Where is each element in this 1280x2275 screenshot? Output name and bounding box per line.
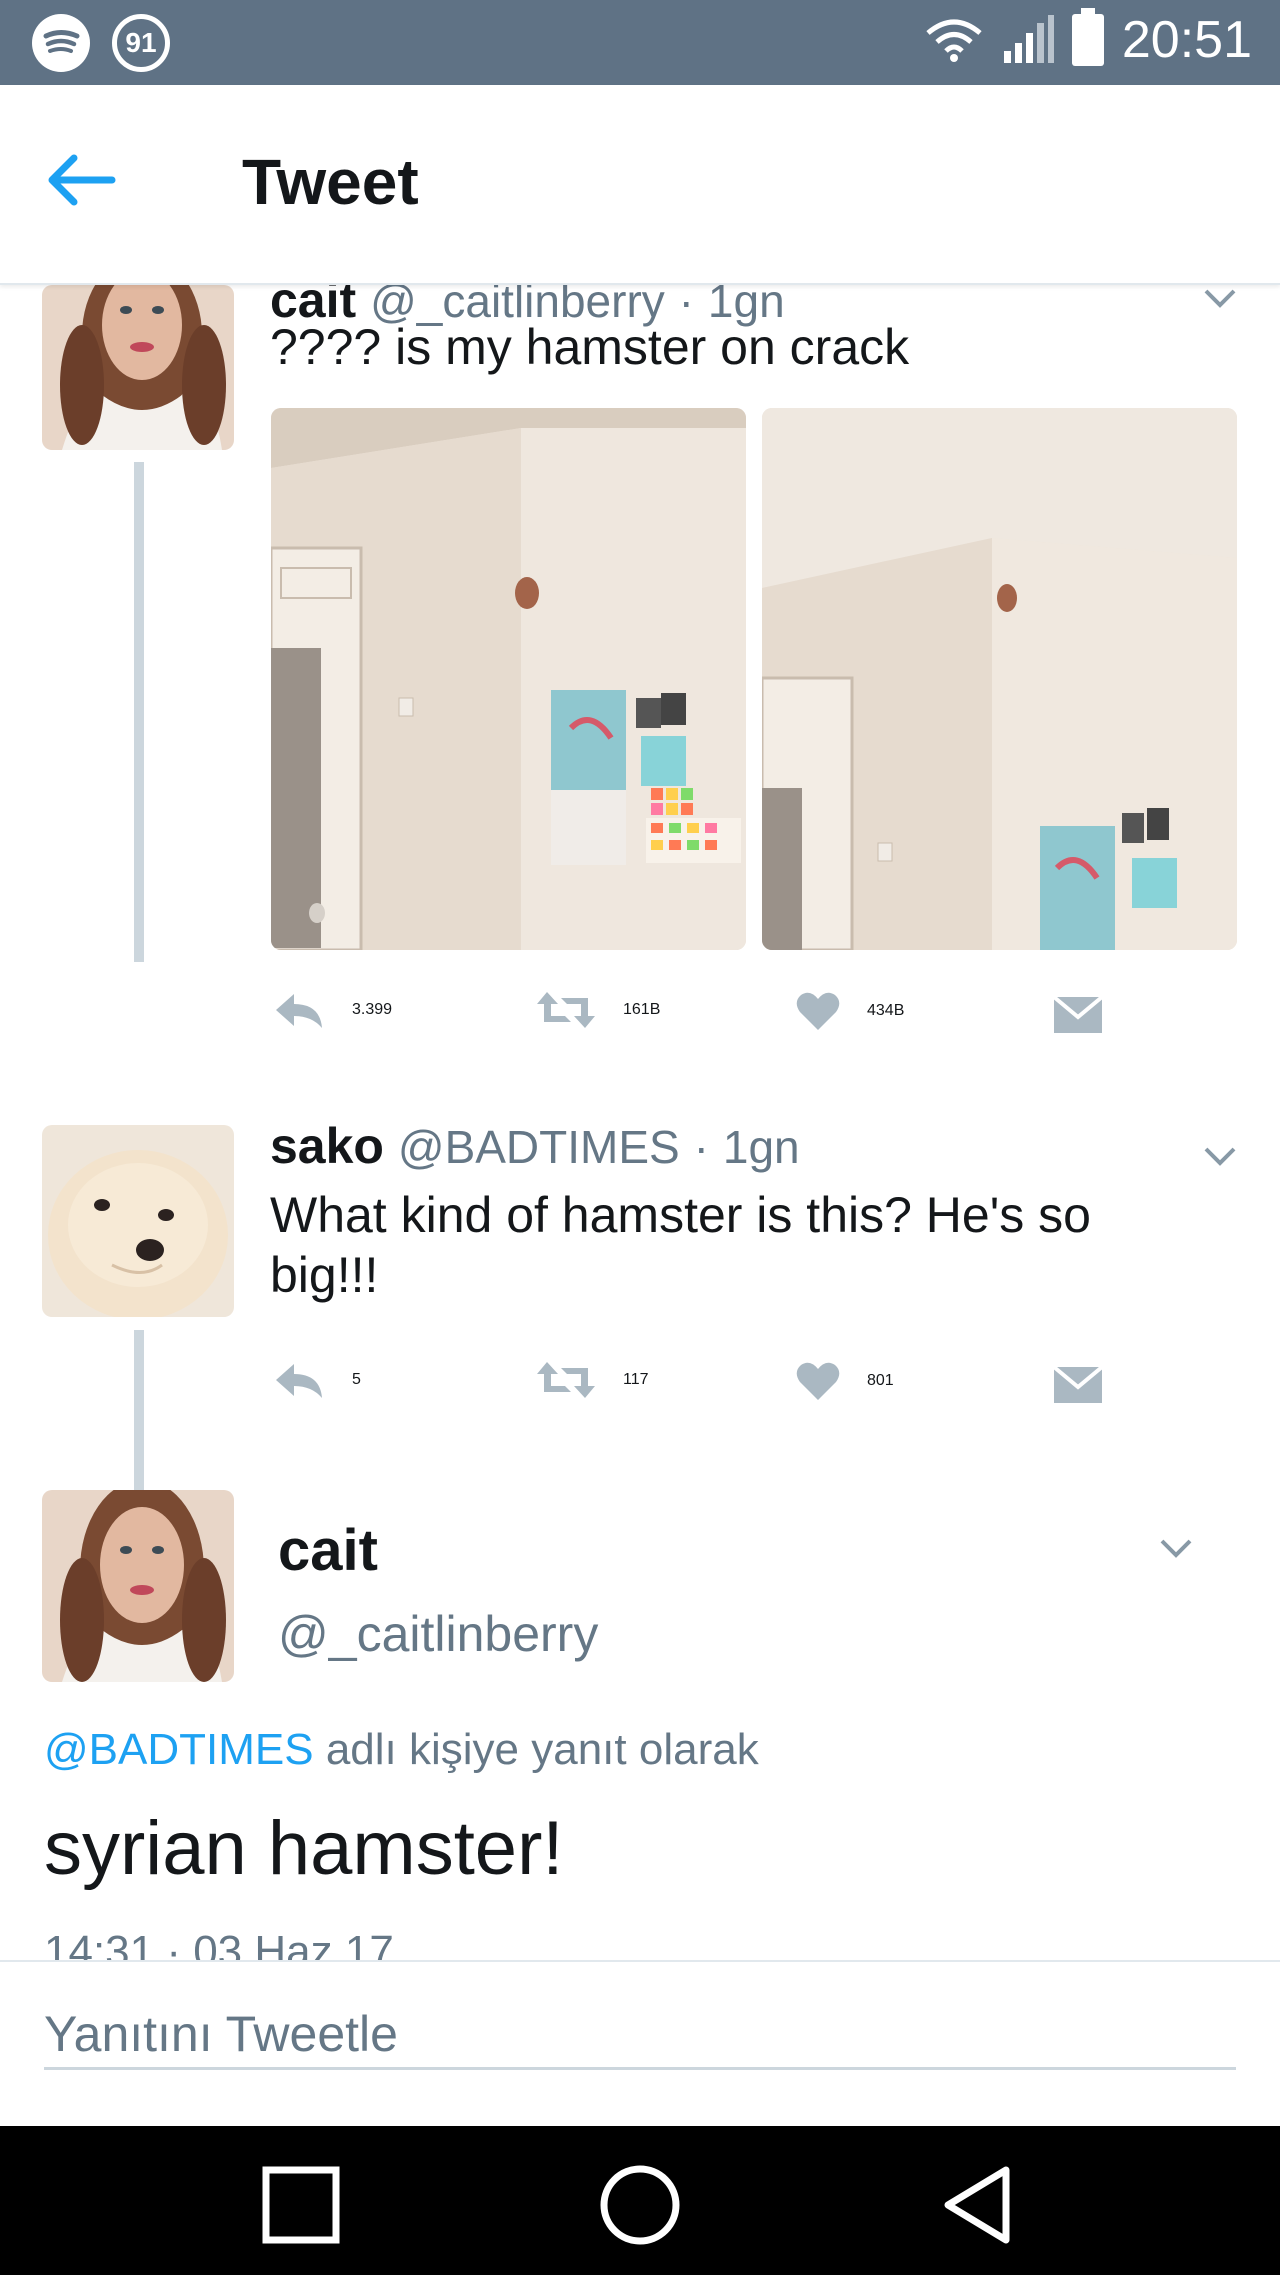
focused-author-name[interactable]: cait [278, 1517, 378, 1584]
avatar[interactable] [42, 1125, 234, 1317]
tweet-thread[interactable]: cait @_caitlinberry · 1gn ???? is my ham… [0, 285, 1280, 1960]
avatar[interactable] [42, 1490, 234, 1682]
reply-mention-link[interactable]: @BADTIMES [44, 1725, 314, 1774]
focused-tweet-text: syrian hamster! [44, 1806, 564, 1891]
focused-author-handle[interactable]: @_caitlinberry [278, 1605, 598, 1663]
page-title: Tweet [242, 146, 419, 218]
notification-count: 91 [125, 27, 157, 58]
reply-icon [276, 994, 322, 1028]
separator-dot: · [693, 1121, 709, 1173]
tweet-time: 1gn [722, 1121, 800, 1173]
reply-icon [276, 1364, 322, 1398]
status-bar: 91 20:51 [0, 0, 1280, 85]
retweet-icon [537, 1362, 595, 1398]
like-count: 434B [867, 1002, 905, 1019]
chevron-down-icon[interactable] [1156, 1535, 1196, 1565]
tweet-text: ???? is my hamster on crack [270, 319, 910, 375]
heart-icon [796, 1362, 840, 1400]
signal-icon [1003, 15, 1054, 63]
reply-action[interactable]: 3.399 [272, 990, 392, 1030]
like-count: 801 [867, 1372, 894, 1389]
chevron-down-icon[interactable] [1200, 1143, 1240, 1173]
tweet-photo[interactable] [271, 408, 746, 950]
retweet-action[interactable]: 117 [535, 1360, 649, 1400]
home-icon[interactable] [595, 2160, 685, 2250]
reply-input[interactable] [44, 2000, 1236, 2070]
direct-message-icon[interactable] [1052, 1365, 1104, 1405]
retweet-action[interactable]: 161B [535, 990, 660, 1030]
reply-action[interactable]: 5 [272, 1360, 361, 1400]
tweet-author[interactable]: sako @BADTIMES · 1gn [270, 1117, 800, 1175]
retweet-count: 117 [623, 1371, 649, 1388]
author-name: sako [270, 1118, 384, 1174]
notification-count-badge: 91 [112, 14, 170, 72]
direct-message-icon[interactable] [1052, 995, 1104, 1035]
chevron-down-icon[interactable] [1200, 285, 1240, 315]
tweet-text: What kind of hamster is this? He's so bi… [270, 1187, 1091, 1303]
like-action[interactable]: 434B [795, 990, 904, 1032]
back-nav-icon[interactable] [934, 2160, 1024, 2250]
reply-context-text: adlı kişiye yanıt olarak [325, 1725, 759, 1774]
tweet-photo[interactable] [762, 408, 1237, 950]
spotify-icon [32, 14, 90, 72]
avatar[interactable] [42, 285, 234, 450]
back-arrow-icon[interactable] [40, 145, 120, 215]
author-handle: @BADTIMES [397, 1121, 680, 1173]
wifi-icon [926, 19, 982, 62]
status-time: 20:51 [1121, 11, 1252, 69]
thread-connector [134, 462, 144, 962]
retweet-icon [537, 992, 595, 1028]
recent-apps-icon[interactable] [256, 2160, 346, 2250]
reply-bar [0, 1960, 1280, 2126]
reply-count: 3.399 [352, 1001, 393, 1018]
battery-icon [1071, 8, 1104, 66]
navigation-bar [0, 2126, 1280, 2275]
reply-count: 5 [352, 1371, 361, 1388]
like-action[interactable]: 801 [795, 1360, 894, 1402]
top-app-bar: Tweet [0, 85, 1280, 285]
retweet-count: 161B [623, 1001, 661, 1018]
reply-context: @BADTIMES adlı kişiye yanıt olarak [44, 1725, 759, 1775]
heart-icon [796, 992, 840, 1030]
tweet-timestamp: 14:31 · 03 Haz 17 [44, 1927, 394, 1960]
